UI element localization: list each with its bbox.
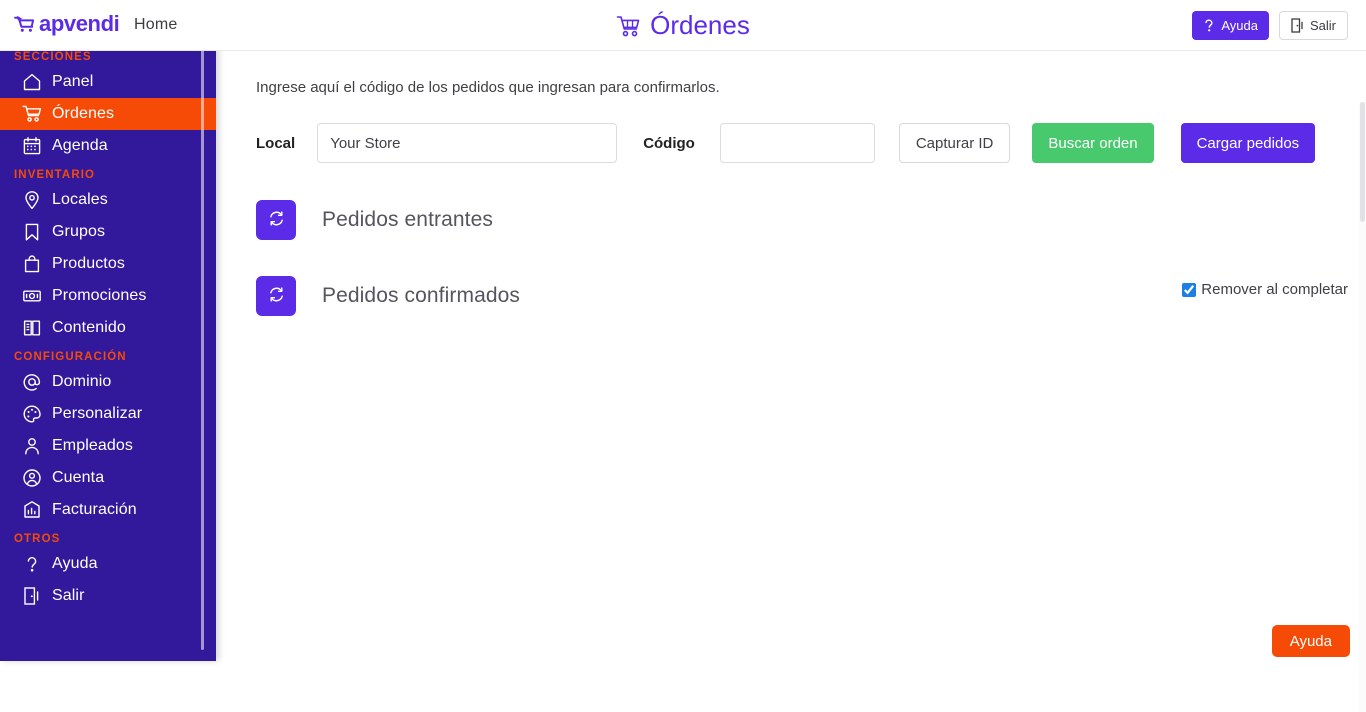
sidebar-item-empleados[interactable]: Empleados xyxy=(0,430,216,462)
incoming-orders-section: Pedidos entrantes xyxy=(256,200,493,240)
help-button-label: Ayuda xyxy=(1221,18,1258,33)
sidebar-item-label: Panel xyxy=(52,73,93,91)
local-input[interactable] xyxy=(317,123,617,163)
shopping-cart-icon xyxy=(22,104,42,124)
shopping-cart-icon xyxy=(616,15,641,37)
codigo-input[interactable] xyxy=(720,123,875,163)
at-sign-icon xyxy=(22,372,42,392)
header-actions: Ayuda Salir xyxy=(1192,11,1348,40)
sidebar-item-productos[interactable]: Productos xyxy=(0,248,216,280)
remove-on-complete-row[interactable]: Remover al completar xyxy=(1182,281,1348,298)
book-icon xyxy=(22,318,42,338)
exit-door-icon xyxy=(1291,18,1304,33)
local-label: Local xyxy=(256,135,295,152)
home-icon xyxy=(22,72,42,92)
sidebar-item-grupos[interactable]: Grupos xyxy=(0,216,216,248)
banknote-icon xyxy=(22,286,42,306)
sidebar: SECCIONESPanelÓrdenesAgendaINVENTARIOLoc… xyxy=(0,44,216,661)
page-title: Órdenes xyxy=(0,10,1366,41)
confirmed-orders-section: Pedidos confirmados xyxy=(256,276,520,316)
question-mark-icon xyxy=(1203,18,1215,33)
sidebar-item-label: Locales xyxy=(52,191,108,209)
sidebar-item-label: Agenda xyxy=(52,137,108,155)
exit-door-icon xyxy=(22,586,42,606)
sidebar-item-salir[interactable]: Salir xyxy=(0,580,216,612)
sidebar-item-label: Cuenta xyxy=(52,469,104,487)
remove-on-complete-label: Remover al completar xyxy=(1201,281,1348,298)
sidebar-item-label: Empleados xyxy=(52,437,133,455)
sidebar-item-promociones[interactable]: Promociones xyxy=(0,280,216,312)
top-header: apvendi Home Órdenes Ayuda xyxy=(0,0,1366,51)
sidebar-item-panel[interactable]: Panel xyxy=(0,66,216,98)
refresh-incoming-button[interactable] xyxy=(256,200,296,240)
refresh-icon xyxy=(268,210,285,230)
calendar-icon xyxy=(22,136,42,156)
main-content: Ingrese aquí el código de los pedidos qu… xyxy=(216,51,1366,661)
confirmed-orders-title: Pedidos confirmados xyxy=(322,284,520,308)
exit-button[interactable]: Salir xyxy=(1279,11,1348,40)
sidebar-item-agenda[interactable]: Agenda xyxy=(0,130,216,162)
page-title-text: Órdenes xyxy=(650,10,750,41)
exit-button-label: Salir xyxy=(1310,18,1336,33)
bookmark-icon xyxy=(22,222,42,242)
sidebar-item-label: Salir xyxy=(52,587,85,605)
sidebar-item-locales[interactable]: Locales xyxy=(0,184,216,216)
receipt-chart-icon xyxy=(22,500,42,520)
page-scrollbar[interactable] xyxy=(1359,102,1366,712)
user-circle-icon xyxy=(22,468,42,488)
search-order-button[interactable]: Buscar orden xyxy=(1032,123,1153,163)
help-button[interactable]: Ayuda xyxy=(1192,11,1269,40)
sidebar-item-label: Contenido xyxy=(52,319,126,337)
sidebar-item-personalizar[interactable]: Personalizar xyxy=(0,398,216,430)
sidebar-item-facturaci-n[interactable]: Facturación xyxy=(0,494,216,526)
sidebar-group-label: OTROS xyxy=(0,526,216,548)
sidebar-item-label: Ayuda xyxy=(52,555,98,573)
remove-on-complete-checkbox[interactable] xyxy=(1182,283,1196,297)
sidebar-scrollbar[interactable] xyxy=(201,50,204,650)
sidebar-item-cuenta[interactable]: Cuenta xyxy=(0,462,216,494)
refresh-confirmed-button[interactable] xyxy=(256,276,296,316)
sidebar-item-label: Promociones xyxy=(52,287,146,305)
sidebar-item-label: Productos xyxy=(52,255,125,273)
palette-icon xyxy=(22,404,42,424)
incoming-orders-title: Pedidos entrantes xyxy=(322,208,493,232)
sidebar-group-label: INVENTARIO xyxy=(0,162,216,184)
user-icon xyxy=(22,436,42,456)
sidebar-item-label: Grupos xyxy=(52,223,105,241)
sidebar-group-label: CONFIGURACIÓN xyxy=(0,344,216,366)
sidebar-item-contenido[interactable]: Contenido xyxy=(0,312,216,344)
sidebar-item-label: Órdenes xyxy=(52,105,114,123)
refresh-icon xyxy=(268,286,285,306)
codigo-label: Código xyxy=(643,135,695,152)
question-mark-icon xyxy=(22,554,42,574)
shopping-bag-icon xyxy=(22,254,42,274)
map-pin-icon xyxy=(22,190,42,210)
floating-help-button[interactable]: Ayuda xyxy=(1272,625,1350,657)
order-lookup-form: Local Código Capturar ID Buscar orden Ca… xyxy=(256,123,1315,163)
instructions-text: Ingrese aquí el código de los pedidos qu… xyxy=(256,79,720,96)
sidebar-item-label: Dominio xyxy=(52,373,111,391)
sidebar-item-label: Facturación xyxy=(52,501,137,519)
sidebar-item--rdenes[interactable]: Órdenes xyxy=(0,98,216,130)
load-orders-button[interactable]: Cargar pedidos xyxy=(1181,123,1316,163)
sidebar-item-label: Personalizar xyxy=(52,405,142,423)
capture-id-button[interactable]: Capturar ID xyxy=(899,123,1011,163)
sidebar-item-dominio[interactable]: Dominio xyxy=(0,366,216,398)
sidebar-item-ayuda[interactable]: Ayuda xyxy=(0,548,216,580)
